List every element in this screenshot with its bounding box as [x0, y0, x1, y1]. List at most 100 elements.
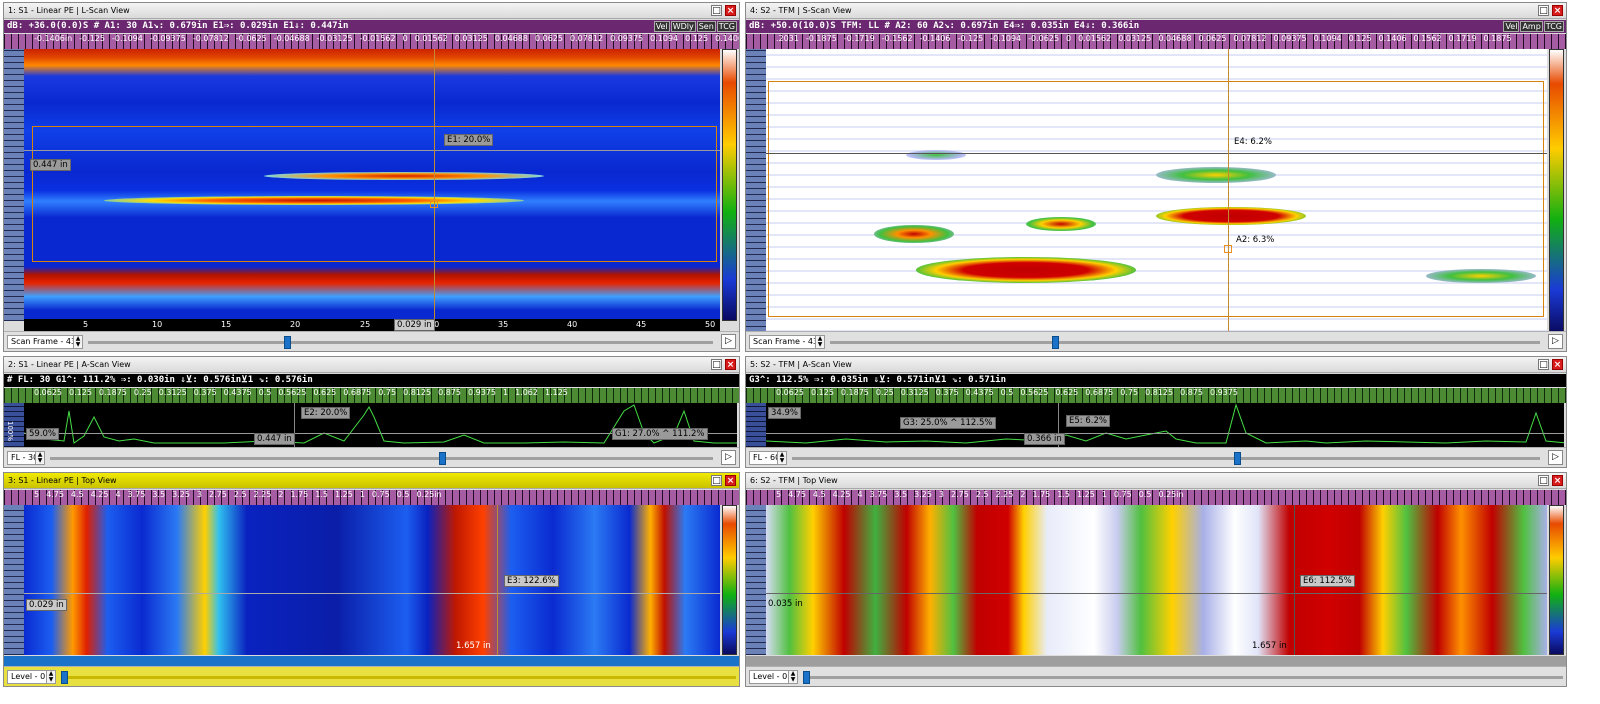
- slider-track[interactable]: [88, 341, 713, 344]
- vel-tag[interactable]: Vel: [1503, 21, 1520, 32]
- panel-title[interactable]: 2: S1 - Linear PE | A-Scan View □ ×: [4, 357, 739, 373]
- x-tick-label: 15: [221, 320, 232, 329]
- panel-title[interactable]: 6: S2 - TFM | Top View □ ×: [746, 473, 1566, 489]
- close-icon[interactable]: ×: [1552, 359, 1563, 370]
- play-icon[interactable]: ▷: [1548, 334, 1563, 349]
- ruler-tick-label: 0.6875: [1085, 388, 1114, 397]
- ruler-tick-label: 0.07812: [569, 34, 604, 43]
- ruler-tick-label: 1: [1101, 490, 1107, 499]
- ruler-tick-label: 3.75: [127, 490, 146, 499]
- ruler-tick-label: -0.1562: [881, 34, 913, 43]
- close-icon[interactable]: ×: [1552, 475, 1563, 486]
- ruler-tick-label: 3.5: [152, 490, 166, 499]
- lscan-image[interactable]: E1: 20.0% 0.447 in: [24, 49, 720, 321]
- ruler-tick-label: 1.062: [515, 388, 538, 397]
- lscan-panel: 1: S1 - Linear PE | L-Scan View □ × dB: …: [3, 2, 740, 352]
- slider-thumb[interactable]: [1234, 452, 1241, 465]
- close-icon[interactable]: ×: [725, 5, 736, 16]
- ruler-tick-label: 1.75: [1032, 490, 1051, 499]
- panel-title-text: 6: S2 - TFM | Top View: [750, 476, 838, 485]
- slider-thumb[interactable]: [439, 452, 446, 465]
- maximize-icon[interactable]: □: [1538, 5, 1549, 16]
- scan-frame-bar: Scan Frame - 43 ▲ ▼ ▷: [4, 331, 739, 351]
- cursor-marker[interactable]: [430, 200, 438, 208]
- panel-title[interactable]: 5: S2 - TFM | A-Scan View □ ×: [746, 357, 1566, 373]
- top-ruler: .2031 -0.1875 -0.1719 -0.1562 -0.1406 -0.125-…: [746, 34, 1566, 49]
- stepper[interactable]: ▲ ▼: [35, 451, 45, 465]
- index-axis: [4, 505, 24, 655]
- slider-track[interactable]: [68, 676, 736, 679]
- slider-track[interactable]: [810, 676, 1563, 679]
- ruler-tick-label: 0.01562: [414, 34, 448, 43]
- top-ruler: 5 4.75 4.5 4.25 4 3.75 3.5 3.25 3 2.75 2.5 2.25 2 1.7…: [4, 490, 739, 505]
- stepper[interactable]: ▲ ▼: [815, 335, 825, 349]
- slider-thumb[interactable]: [61, 671, 68, 684]
- maximize-icon[interactable]: □: [711, 475, 722, 486]
- readout-text: dB: +50.0(10.0)S TFM: LL # A2: 60 A2↘: 0…: [749, 21, 1140, 31]
- topview-image[interactable]: E6: 112.5% 0.035 in 1.657 in: [766, 505, 1547, 655]
- ruler-tick-label: -0.1719: [843, 34, 875, 43]
- sen-tag[interactable]: Sen: [696, 21, 716, 32]
- stepper[interactable]: ▲ ▼: [777, 451, 787, 465]
- play-icon[interactable]: ▷: [721, 450, 736, 465]
- ruler-tick-label: -0.1875: [805, 34, 837, 43]
- slider-track[interactable]: [50, 457, 713, 460]
- ruler-tick-label: -0.03125: [316, 34, 353, 43]
- ruler-tick-label: 0.625: [1055, 388, 1079, 397]
- close-icon[interactable]: ×: [725, 475, 736, 486]
- close-icon[interactable]: ×: [725, 359, 736, 370]
- ruler-tick-label: 0.8125: [1145, 388, 1174, 397]
- close-icon[interactable]: ×: [1552, 5, 1563, 16]
- maximize-icon[interactable]: □: [711, 359, 722, 370]
- stepper[interactable]: ▲ ▼: [788, 670, 798, 684]
- ruler-tick-label: 0.4375: [965, 388, 994, 397]
- ruler-tick-label: 2.25: [253, 490, 272, 499]
- pct-label: 34.9%: [768, 407, 802, 419]
- sscan-image[interactable]: E4: 6.2% A2: 6.3%: [766, 49, 1547, 333]
- wdly-tag[interactable]: WDly: [670, 21, 696, 32]
- maximize-icon[interactable]: □: [711, 5, 722, 16]
- panel-title[interactable]: 3: S1 - Linear PE | Top View □ ×: [4, 473, 739, 489]
- maximize-icon[interactable]: □: [1538, 475, 1549, 486]
- ascan-plot[interactable]: 59.0% E2: 20.0% 0.447 in G1: 27.0% ^ 111…: [24, 403, 737, 447]
- top-ruler: 0.0625 0.125 0.1875 0.25 0.3125 0.375 0.4375 0.…: [4, 388, 739, 403]
- amp-tag[interactable]: Amp: [1520, 21, 1543, 32]
- cursor-marker[interactable]: [1224, 245, 1232, 253]
- ruler-tick-label: -0.125: [79, 34, 105, 43]
- tcg-tag[interactable]: TCG: [716, 21, 737, 32]
- ruler-tick-label: .2031: [776, 34, 799, 43]
- tcg-tag[interactable]: TCG: [1543, 21, 1564, 32]
- top-ruler: 5 4.75 4.5 4.25 4 3.75 3.5 3.25 3 2.75 2.5 2.25 2 1.7…: [746, 490, 1566, 505]
- ascan-plot[interactable]: 34.9% G3: 25.0% ^ 112.5% E5: 6.2% 0.366 …: [766, 403, 1564, 447]
- ruler-tick-label: 0.125: [811, 388, 834, 397]
- panel-title[interactable]: 4: S2 - TFM | S-Scan View □ ×: [746, 3, 1566, 19]
- slider-track[interactable]: [792, 457, 1540, 460]
- slider-thumb[interactable]: [284, 336, 291, 349]
- color-palette[interactable]: [722, 49, 737, 321]
- maximize-icon[interactable]: □: [1538, 359, 1549, 370]
- play-icon[interactable]: ▷: [721, 334, 736, 349]
- ruler-tick-label: -0.07812: [192, 34, 229, 43]
- color-palette[interactable]: [1549, 505, 1564, 655]
- topview-image[interactable]: E3: 122.6% 0.029 in 1.657 in: [24, 505, 720, 655]
- ruler-tick-label: 1.5: [1057, 490, 1070, 499]
- color-palette[interactable]: [1549, 49, 1564, 333]
- vel-tag[interactable]: Vel: [653, 21, 670, 32]
- index-axis: [746, 505, 766, 655]
- ruler-tick-label: -0.1406in: [34, 34, 73, 43]
- panel-title[interactable]: 1: S1 - Linear PE | L-Scan View □ ×: [4, 3, 739, 19]
- stepper[interactable]: ▲ ▼: [73, 335, 83, 349]
- slider-thumb[interactable]: [803, 671, 810, 684]
- play-icon[interactable]: ▷: [1548, 450, 1563, 465]
- ruler-tick-label: 0.1094: [1313, 34, 1342, 43]
- slider-thumb[interactable]: [1052, 336, 1059, 349]
- ascan-trace: [24, 404, 737, 444]
- slider-track[interactable]: [830, 341, 1540, 344]
- stepper[interactable]: ▲ ▼: [46, 670, 56, 684]
- x-axis: 5101520253035404550: [24, 319, 720, 331]
- ruler-tick-label: -0.1094: [990, 34, 1022, 43]
- ruler-tick-label: 0.875: [438, 388, 461, 397]
- color-palette[interactable]: [722, 505, 737, 655]
- ruler-tick-label: 1: [359, 490, 365, 499]
- top-ruler: -0.1406in -0.125 -0.1094 -0.09375 -0.07812 -0…: [4, 34, 739, 49]
